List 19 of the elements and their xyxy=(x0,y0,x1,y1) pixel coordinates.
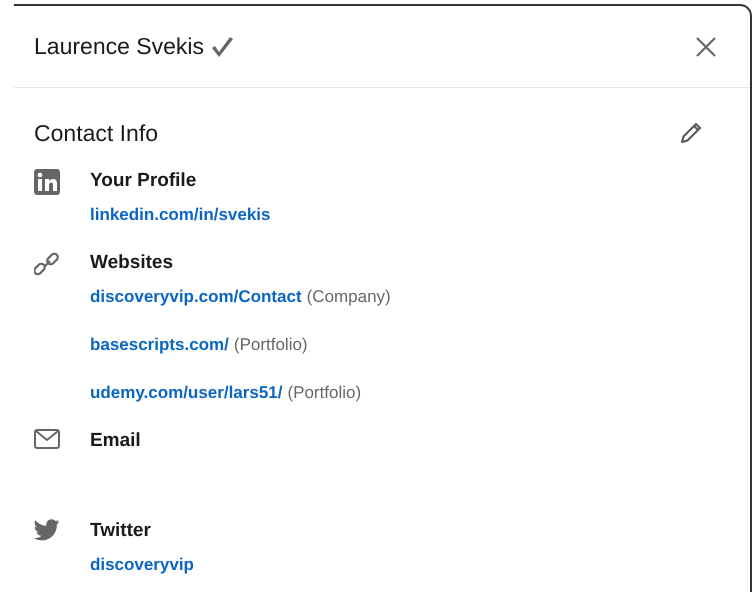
group-label: Email xyxy=(90,428,141,452)
section-title: Contact Info xyxy=(34,119,158,148)
dialog-title: Laurence Svekis xyxy=(34,32,204,62)
group-label: Twitter xyxy=(90,518,152,542)
website-link[interactable]: discoveryvip xyxy=(90,552,194,576)
link-note: (Portfolio) xyxy=(234,334,308,356)
close-icon xyxy=(695,36,717,58)
website-link[interactable]: basescripts.com/ xyxy=(90,332,229,356)
group-label: Your Profile xyxy=(90,168,198,192)
website-link[interactable]: udemy.com/user/lars51/ xyxy=(90,380,282,404)
link-note: (Portfolio) xyxy=(287,382,362,404)
linkedin-icon xyxy=(34,168,60,194)
envelope-icon xyxy=(34,428,60,448)
website-link[interactable]: discoveryvip.com/Contact xyxy=(90,284,302,308)
group-label: Websites xyxy=(90,250,174,274)
website-link[interactable]: linkedin.com/in/svekis xyxy=(90,202,270,226)
bird-icon xyxy=(34,518,60,540)
link-note: (Company) xyxy=(306,286,391,308)
chain-link-icon xyxy=(34,250,60,276)
